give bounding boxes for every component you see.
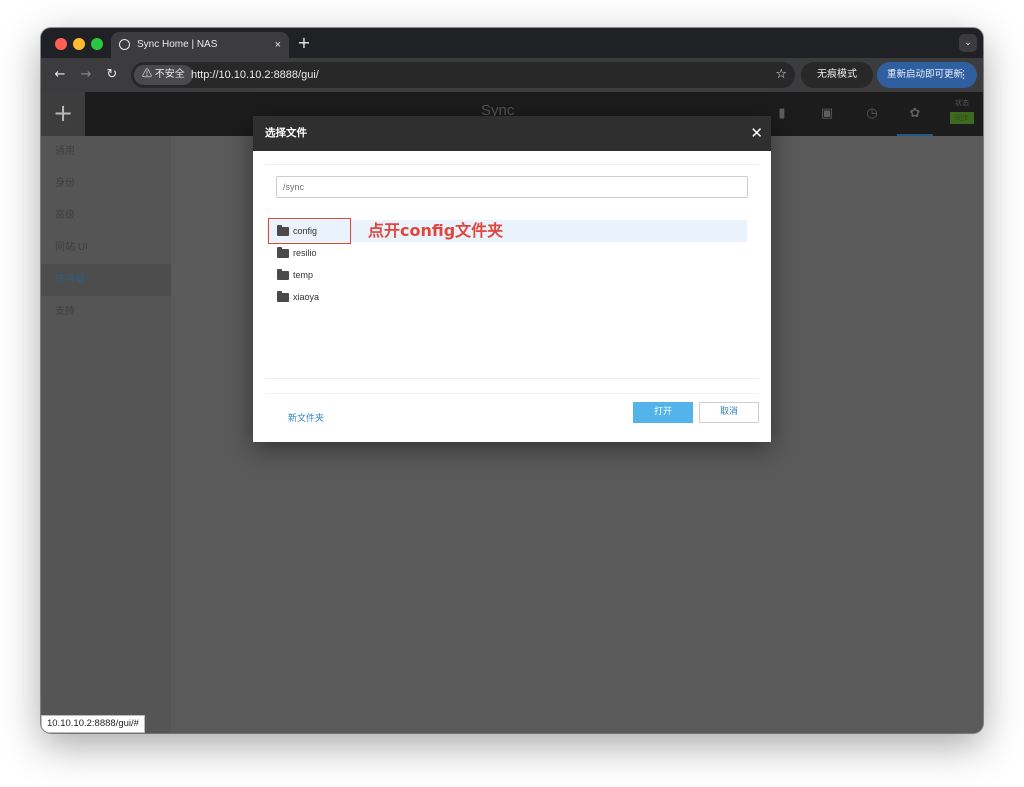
- open-button[interactable]: 打开: [633, 402, 693, 423]
- incognito-label: 无痕模式: [817, 69, 857, 80]
- update-button[interactable]: 重新启动即可更新 ⋮: [877, 62, 977, 88]
- divider: [265, 393, 759, 394]
- incognito-indicator[interactable]: 无痕模式: [801, 62, 873, 88]
- folder-name: temp: [293, 270, 314, 280]
- annotation-highlight-box: [268, 218, 351, 244]
- forward-button[interactable]: →: [77, 66, 95, 84]
- sidebar-item-general[interactable]: 通用: [41, 136, 171, 168]
- clock-icon[interactable]: ◷: [864, 106, 880, 122]
- status-label: 状态: [955, 99, 969, 107]
- tab-title: Sync Home | NAS: [137, 39, 218, 50]
- sidebar-item-support[interactable]: 支持: [41, 296, 171, 328]
- path-input[interactable]: [276, 176, 748, 198]
- add-folder-button[interactable]: +: [41, 92, 85, 136]
- browser-toolbar: ← → ↻ ⚠ 不安全 http://10.10.10.2:8888/gui/ …: [41, 58, 983, 92]
- address-bar[interactable]: ⚠ 不安全 http://10.10.10.2:8888/gui/ ☆: [131, 62, 795, 88]
- folder-icon[interactable]: ▮: [774, 106, 790, 122]
- list-icon[interactable]: ▣: [819, 106, 835, 122]
- folder-item-xiaoya[interactable]: xiaoya: [267, 286, 747, 308]
- sidebar-item-web-ui[interactable]: 网站 UI: [41, 232, 171, 264]
- folder-item-temp[interactable]: temp: [267, 264, 747, 286]
- tab-search-button[interactable]: ⌄: [959, 34, 977, 52]
- sync-favicon-icon: [119, 39, 130, 50]
- tab-close-icon[interactable]: ×: [275, 32, 281, 58]
- folder-name: xiaoya: [293, 292, 320, 302]
- sidebar-item-identity[interactable]: 身份: [41, 168, 171, 200]
- update-label: 重新启动即可更新: [887, 69, 964, 80]
- sidebar-item-advanced[interactable]: 高级: [41, 200, 171, 232]
- status-badge: 同步: [950, 112, 974, 124]
- security-warning-chip[interactable]: ⚠ 不安全: [134, 65, 193, 85]
- bookmark-star-icon[interactable]: ☆: [775, 62, 787, 88]
- annotation-text: 点开config文件夹: [368, 221, 504, 240]
- cancel-button[interactable]: 取消: [699, 402, 759, 423]
- window-minimize-button[interactable]: [73, 38, 85, 50]
- new-folder-link[interactable]: 新文件夹: [288, 411, 324, 424]
- status-url-tooltip: 10.10.10.2:8888/gui/#: [41, 715, 145, 733]
- browser-tab[interactable]: Sync Home | NAS ×: [111, 32, 289, 58]
- sidebar-item-license[interactable]: 许可证: [41, 264, 171, 296]
- close-icon[interactable]: ✕: [750, 116, 763, 151]
- reload-button[interactable]: ↻: [103, 66, 121, 84]
- back-button[interactable]: ←: [51, 66, 69, 84]
- folder-icon: [277, 269, 289, 280]
- gear-icon[interactable]: ✿: [897, 106, 933, 136]
- new-tab-button[interactable]: +: [293, 32, 315, 54]
- url-text[interactable]: http://10.10.10.2:8888/gui/: [191, 62, 319, 88]
- browser-window: Sync Home | NAS × + ⌄ ← → ↻ ⚠ 不安全 http:/…: [41, 28, 983, 733]
- status-indicator: 状态 同步: [949, 96, 975, 128]
- dialog-header: 选择文件 ✕: [253, 116, 771, 151]
- settings-sidebar: 通用 身份 高级 网站 UI 许可证 支持: [41, 136, 171, 733]
- folder-icon: [277, 247, 289, 258]
- divider: [265, 164, 759, 165]
- window-maximize-button[interactable]: [91, 38, 103, 50]
- more-menu-icon[interactable]: ⋮: [958, 62, 969, 88]
- tab-strip: Sync Home | NAS × + ⌄: [41, 28, 983, 58]
- folder-name: resilio: [293, 248, 317, 258]
- divider: [265, 378, 759, 379]
- window-close-button[interactable]: [55, 38, 67, 50]
- page-content: + Sync ▮ ▣ ◷ ✿ 状态 同步 通用 身份 高级 网站 UI 许可证 …: [41, 92, 983, 733]
- choose-file-dialog: 选择文件 ✕ config resilio temp: [253, 116, 771, 442]
- folder-item-resilio[interactable]: resilio: [267, 242, 747, 264]
- folder-icon: [277, 291, 289, 302]
- dialog-title: 选择文件: [265, 127, 307, 139]
